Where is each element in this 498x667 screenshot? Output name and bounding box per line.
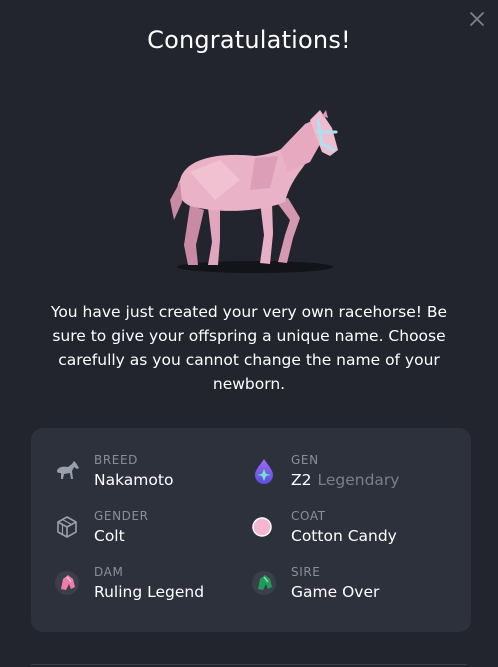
coat-color-dot — [252, 517, 272, 537]
cube-icon — [57, 516, 77, 538]
coat-value: Cotton Candy — [291, 527, 397, 545]
gem-icon — [255, 459, 273, 484]
horse-silhouette-icon — [57, 461, 79, 479]
sire-value: Game Over — [291, 583, 380, 601]
gender-value: Colt — [94, 527, 125, 545]
dam-field: DAM Ruling Legend — [53, 565, 204, 601]
gen-tier: Legendary — [317, 471, 400, 489]
congratulations-message: You have just created your very own race… — [50, 303, 448, 393]
dialog-title: Congratulations! — [147, 26, 351, 54]
gen-field: GEN Z2 Legendary — [250, 453, 399, 489]
sire-field: SIRE Game Over — [250, 565, 379, 601]
offspring-details-card: BREED Nakamoto GEN Z2 Legendary GENDER C… — [31, 428, 471, 632]
gender-label: GENDER — [94, 509, 149, 523]
gender-field: GENDER Colt — [53, 509, 149, 545]
dam-label: DAM — [94, 565, 124, 579]
coat-field: COAT Cotton Candy — [250, 509, 397, 545]
sire-label: SIRE — [291, 565, 321, 579]
horse-image — [160, 110, 350, 280]
gen-label: GEN — [291, 453, 319, 467]
dam-horse-head-icon — [55, 571, 79, 595]
breed-value: Nakamoto — [94, 471, 174, 489]
gen-value: Z2 — [291, 471, 312, 489]
breed-label: BREED — [94, 453, 138, 467]
divider — [31, 664, 467, 665]
dam-value: Ruling Legend — [94, 583, 205, 601]
coat-label: COAT — [291, 509, 326, 523]
breed-field: BREED Nakamoto — [53, 453, 173, 489]
sire-horse-head-icon — [252, 571, 276, 595]
